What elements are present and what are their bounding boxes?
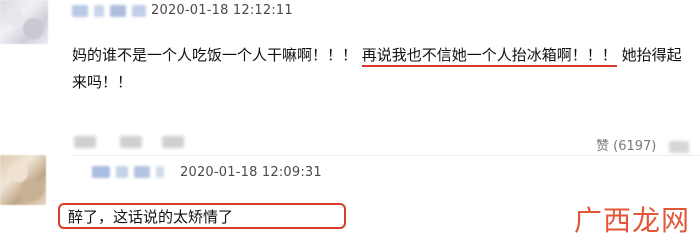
watermark-text: 广西龙网	[573, 204, 690, 237]
reply-action-redacted[interactable]	[74, 136, 96, 148]
comment-timestamp: 2020-01-18 12:12:11	[151, 3, 293, 18]
share-action-redacted[interactable]	[120, 136, 142, 148]
comment-timestamp: 2020-01-18 12:09:31	[180, 165, 322, 180]
like-label: 赞 (6197)	[596, 139, 657, 154]
highlighted-text: 再说我也不信她一个人抬冰箱啊！！！	[361, 46, 617, 67]
divider	[72, 155, 700, 156]
like-extra-redacted	[668, 140, 689, 153]
comment-text-before: 妈的谁不是一个人吃饭一个人干嘛啊！！！	[72, 46, 358, 64]
comment-text: 醉了，这话说的太矫情了	[68, 208, 234, 226]
username-redacted[interactable]	[92, 165, 164, 179]
username-redacted[interactable]	[72, 4, 146, 18]
more-action-redacted[interactable]	[162, 136, 184, 148]
like-button[interactable]: 赞 (6197)	[596, 135, 689, 154]
comment-text: 妈的谁不是一个人吃饭一个人干嘛啊！！！ 再说我也不信她一个人抬冰箱啊！！！ 她抬…	[72, 42, 692, 96]
avatar[interactable]	[0, 155, 46, 205]
highlighted-comment: 醉了，这话说的太矫情了	[58, 203, 346, 229]
avatar[interactable]	[0, 0, 48, 44]
watermark: 广西龙网	[574, 206, 690, 236]
comment-card: 2020-01-18 12:12:11 妈的谁不是一个人吃饭一个人干嘛啊！！！ …	[0, 0, 700, 155]
